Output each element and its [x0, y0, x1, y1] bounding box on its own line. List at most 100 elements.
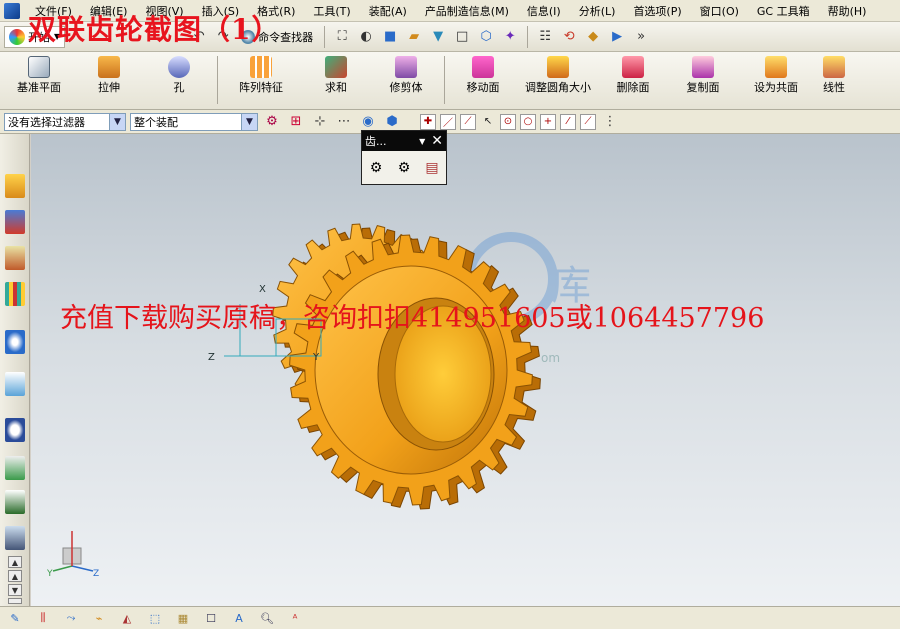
inspect-icon[interactable]: 🔍︎ [258, 610, 276, 626]
selection-bar: 没有选择过滤器 ▼ 整个装配 ▼ ⚙ ⊞ ⊹ ⋯ ◉ ⬢ ✚ ／ ⟋ ↖ ⊙ ○… [0, 110, 900, 134]
component-select-icon[interactable]: ⬢ [382, 112, 402, 132]
scroll-up-icon[interactable]: ▲ [8, 570, 22, 582]
type-filter-select[interactable]: 没有选择过滤器 ▼ [4, 112, 126, 131]
annotation-icon[interactable]: A [230, 610, 248, 626]
curve-icon[interactable]: ⤳ [62, 610, 80, 626]
reuse-library-icon[interactable] [5, 282, 25, 306]
datum-x-label: X [259, 284, 266, 295]
gear-toolbar-popup[interactable]: 齿... ▼ ✕ ⚙ ⚙ ▤ [361, 130, 447, 185]
background-icon[interactable]: □ [452, 27, 472, 47]
scroll-down-icon[interactable] [8, 598, 22, 604]
view-selection-icon[interactable]: ◉ [358, 112, 378, 132]
shaded-cube-icon[interactable]: ■ [380, 27, 400, 47]
menu-assemblies[interactable]: 装配(A) [360, 3, 416, 19]
pattern-feature-button[interactable]: 阵列特征 [221, 52, 301, 94]
nx-app-icon[interactable] [4, 2, 20, 19]
gear-engagement-icon[interactable]: ⚙ [394, 159, 414, 177]
extrude-label: 拉伸 [98, 81, 120, 94]
part-navigator-icon[interactable] [5, 246, 25, 270]
roles-icon[interactable] [5, 526, 25, 550]
unite-button[interactable]: 求和 [301, 52, 371, 94]
delete-face-button[interactable]: 删除面 [598, 52, 668, 94]
system-materials-icon[interactable] [5, 456, 25, 480]
gear-toolbar-title: 齿... [365, 135, 387, 148]
dimension-icon[interactable]: ᴬ [286, 610, 304, 626]
swept-icon[interactable]: ⌁ [90, 610, 108, 626]
menu-help[interactable]: 帮助(H) [819, 3, 876, 19]
orient-view-icon[interactable]: ⬡ [476, 27, 496, 47]
internet-explorer-icon[interactable] [5, 330, 25, 354]
snap-on-surface-icon[interactable]: ⟋ [580, 113, 596, 130]
snap-quadrant-icon[interactable]: ○ [520, 113, 536, 130]
watermark-url: om [541, 351, 560, 365]
scroll-down-icon[interactable]: ▼ [8, 584, 22, 596]
snap-control-point-icon[interactable]: ⟋ [460, 113, 476, 130]
move-face-button[interactable]: 移动面 [448, 52, 518, 94]
resize-blend-icon [547, 56, 569, 78]
menu-preferences[interactable]: 首选项(P) [624, 3, 690, 19]
snap-center-icon[interactable]: ⊙ [500, 113, 516, 130]
scope-select[interactable]: 整个装配 ▼ [130, 112, 258, 131]
snap-intersection-icon[interactable]: ↖ [480, 114, 496, 130]
feature-select-icon[interactable]: ⊹ [310, 112, 330, 132]
menu-analysis[interactable]: 分析(L) [570, 3, 625, 19]
close-icon[interactable]: ✕ [431, 133, 443, 149]
large-gear[interactable] [289, 234, 541, 510]
trim-body-button[interactable]: 修剪体 [371, 52, 441, 94]
play-icon[interactable]: ▶ [607, 27, 627, 47]
render-style-icon[interactable]: ◐ [356, 27, 376, 47]
menu-tools[interactable]: 工具(T) [304, 3, 359, 19]
layer-icon[interactable]: ▰ [404, 27, 424, 47]
scroll-up-icon[interactable]: ▲ [8, 556, 22, 568]
snap-midpoint-icon[interactable]: ／ [440, 113, 456, 130]
trim-body-label: 修剪体 [389, 81, 423, 94]
general-selection-icon[interactable]: ⚙ [262, 112, 282, 132]
copy-face-button[interactable]: 复制面 [668, 52, 738, 94]
graphics-window[interactable]: 库 om Z Y X Z Y [31, 134, 900, 606]
snap-existing-point-icon[interactable]: + [540, 113, 556, 130]
assembly-navigator-icon[interactable] [5, 174, 25, 198]
snap-endpoint-icon[interactable]: ✚ [420, 113, 436, 130]
delete-face-label: 删除面 [616, 81, 650, 94]
feature-toolbar: 基准平面 拉伸 孔 阵列特征 求和 修剪体 移动面 调整圆角大小 删除面 复制面… [0, 52, 900, 110]
hole-button[interactable]: 孔 [144, 52, 214, 94]
separator [324, 25, 326, 48]
edit-object-icon[interactable]: ◆ [583, 27, 603, 47]
process-studio-icon[interactable] [5, 490, 25, 514]
surface-icon[interactable]: ◭ [118, 610, 136, 626]
linear-button[interactable]: 线性 [814, 52, 854, 94]
fit-view-icon[interactable]: ⛶ [332, 27, 352, 47]
promo-text-overlay: 充值下载购买原稿，咨询扣扣414951605或1064457796 [60, 303, 765, 334]
menu-information[interactable]: 信息(I) [518, 3, 570, 19]
select-dropdown-icon[interactable]: ⋯ [334, 112, 354, 132]
datum-plane-button[interactable]: 基准平面 [4, 52, 74, 94]
show-hide-icon[interactable]: ☷ [535, 27, 555, 47]
constraint-navigator-icon[interactable] [5, 210, 25, 234]
move-face-icon [472, 56, 494, 78]
snap-options-icon[interactable]: ⋮ [600, 112, 620, 132]
snap-on-curve-icon[interactable]: ⁄ [560, 113, 576, 130]
sketch-icon[interactable]: ✎ [6, 610, 24, 626]
menu-gc-toolkit[interactable]: GC 工具箱 [748, 3, 819, 19]
pattern-feature-label: 阵列特征 [239, 81, 283, 94]
make-coplanar-button[interactable]: 设为共面 [738, 52, 814, 94]
menu-pmi[interactable]: 产品制造信息(M) [416, 3, 518, 19]
extrude-button[interactable]: 拉伸 [74, 52, 144, 94]
cylindrical-gear-icon[interactable]: ⚙ [366, 159, 386, 177]
history-icon[interactable] [5, 372, 25, 396]
section-icon[interactable]: ⫼ [34, 610, 52, 626]
filter-icon[interactable]: ▼ [428, 27, 448, 47]
offset-icon[interactable]: ⬚ [146, 610, 164, 626]
more-icon[interactable]: » [631, 27, 651, 47]
gear-display-icon[interactable]: ▤ [422, 159, 442, 177]
select-all-icon[interactable]: ⊞ [286, 112, 306, 132]
menu-window[interactable]: 窗口(O) [691, 3, 748, 19]
gear-toolbar-titlebar[interactable]: 齿... ▼ ✕ [362, 131, 446, 151]
shell-icon[interactable]: ▦ [174, 610, 192, 626]
relations-icon[interactable]: ⟲ [559, 27, 579, 47]
clock-icon[interactable] [5, 418, 25, 442]
wcs-icon[interactable]: ✦ [500, 27, 520, 47]
measure-icon[interactable]: ☐ [202, 610, 220, 626]
chevron-down-icon[interactable]: ▼ [419, 137, 425, 146]
resize-blend-button[interactable]: 调整圆角大小 [518, 52, 598, 94]
